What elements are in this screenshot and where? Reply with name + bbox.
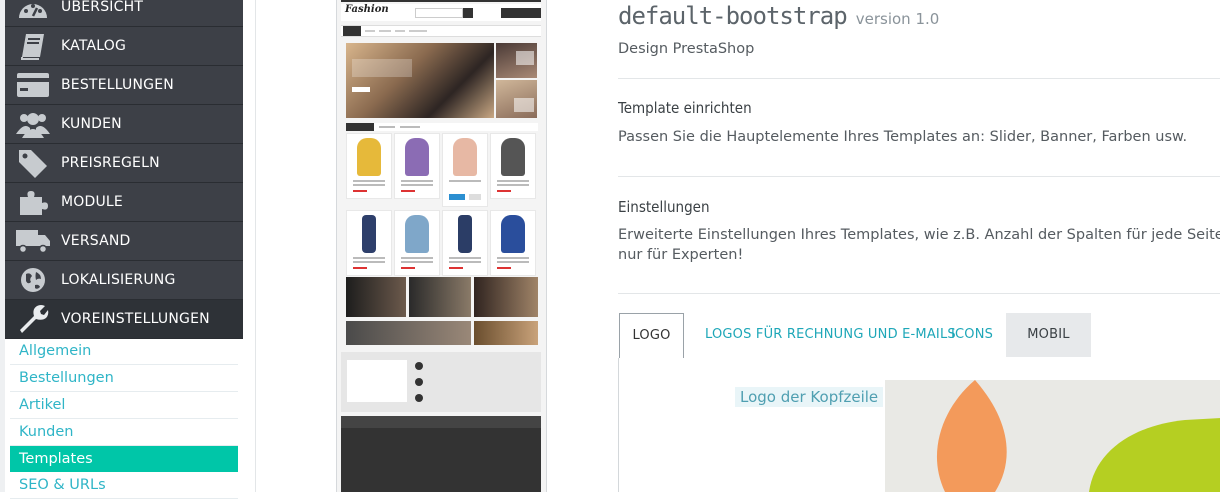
preview-product (490, 210, 536, 276)
submenu-item-bestellungen[interactable]: Bestellungen (10, 365, 238, 392)
preview-product (394, 133, 440, 199)
preview-cart (501, 8, 541, 18)
menu-item-voreinstellungen[interactable]: VOREINSTELLUNGEN (5, 300, 243, 339)
menu-item-lokalisierung[interactable]: LOKALISIERUNG (5, 261, 243, 300)
preview-topbar (341, 0, 541, 2)
menu-label: KATALOG (61, 38, 127, 54)
menu-item-uebersicht[interactable]: ÜBERSICHT (5, 0, 243, 27)
divider (618, 78, 1220, 79)
tags-icon (5, 144, 61, 182)
tab-logo[interactable]: LOGO (619, 313, 684, 358)
preview-category-banner (409, 277, 471, 317)
tab-icons[interactable]: ICONS (951, 313, 993, 357)
preview-category-banner (474, 321, 538, 345)
menu-label: VERSAND (61, 233, 131, 249)
theme-name: default-bootstrap (618, 2, 848, 30)
preview-product (346, 210, 392, 276)
menu-label: LOKALISIERUNG (61, 272, 176, 288)
preview-logo: Fashion (345, 4, 389, 15)
sidebar: ÜBERSICHT KATALOG BESTELLUNGEN KUNDEN PR (0, 0, 243, 499)
tab-mobil[interactable]: MOBIL (1006, 313, 1091, 357)
logo-tabs: LOGO LOGOS FÜR RECHNUNG UND E-MAILS ICON… (618, 313, 1220, 359)
book-icon (5, 27, 61, 65)
section-desc: Passen Sie die Hauptelemente Ihres Templ… (618, 129, 1188, 145)
credit-card-icon (5, 66, 61, 104)
dashboard-icon (5, 0, 61, 26)
header-logo-image[interactable] (885, 380, 1220, 492)
menu-item-bestellungen[interactable]: BESTELLUNGEN (5, 66, 243, 105)
preview-product (442, 133, 488, 207)
preview-header: Fashion (341, 4, 541, 21)
preview-category-banner (346, 277, 406, 317)
content-divider (255, 0, 256, 492)
preview-nav (341, 25, 541, 37)
submenu-item-kunden[interactable]: Kunden (10, 419, 238, 446)
main-content: default-bootstrap version 1.0 Design Pre… (618, 0, 1220, 492)
submenu-item-allgemein[interactable]: Allgemein (10, 338, 238, 365)
main-menu: ÜBERSICHT KATALOG BESTELLUNGEN KUNDEN PR (5, 0, 243, 339)
preview-footer-info (341, 352, 541, 412)
theme-preview-image: Fashion (336, 0, 547, 492)
wrench-icon (5, 300, 61, 338)
preview-slider (346, 43, 494, 118)
menu-item-preisregeln[interactable]: PREISREGELN (5, 144, 243, 183)
menu-label: PREISREGELN (61, 155, 160, 171)
menu-label: VOREINSTELLUNGEN (61, 311, 210, 327)
submenu-item-artikel[interactable]: Artikel (10, 392, 238, 419)
menu-label: ÜBERSICHT (61, 0, 144, 15)
preview-product (490, 133, 536, 199)
preview-banner (496, 43, 537, 78)
preview-footer (341, 416, 541, 492)
divider (618, 293, 1220, 294)
truck-icon (5, 222, 61, 260)
menu-item-kunden[interactable]: KUNDEN (5, 105, 243, 144)
section-desc: nur für Experten! (618, 247, 744, 263)
section-title-template-einrichten[interactable]: Template einrichten (618, 99, 752, 117)
logo-header-label: Logo der Kopfzeile (735, 387, 884, 407)
logo-tab-panel: Logo der Kopfzeile (618, 358, 1220, 492)
preview-search (415, 8, 463, 18)
preview-search-button (463, 8, 473, 18)
menu-item-module[interactable]: MODULE (5, 183, 243, 222)
divider (618, 176, 1220, 177)
section-desc: Erweiterte Einstellungen Ihres Templates… (618, 227, 1220, 243)
menu-item-katalog[interactable]: KATALOG (5, 27, 243, 66)
preview-product (394, 210, 440, 276)
theme-designer: Design PrestaShop (618, 41, 755, 57)
submenu: Allgemein Bestellungen Artikel Kunden Te… (10, 338, 238, 499)
theme-title-line: default-bootstrap version 1.0 (618, 2, 939, 30)
tab-logos-rechnung-emails[interactable]: LOGOS FÜR RECHNUNG UND E-MAILS (705, 313, 956, 357)
menu-label: BESTELLUNGEN (61, 77, 174, 93)
puzzle-icon (5, 183, 61, 221)
preview-banner (496, 80, 537, 118)
theme-version: version 1.0 (855, 10, 940, 28)
globe-icon (5, 261, 61, 299)
menu-label: MODULE (61, 194, 123, 210)
submenu-item-seo-urls[interactable]: SEO & URLs (10, 472, 238, 499)
menu-item-versand[interactable]: VERSAND (5, 222, 243, 261)
preview-product-tabs (346, 123, 538, 131)
menu-label: KUNDEN (61, 116, 122, 132)
users-icon (5, 105, 61, 143)
submenu-item-templates[interactable]: Templates (10, 446, 238, 472)
section-title-einstellungen[interactable]: Einstellungen (618, 198, 710, 216)
preview-product (442, 210, 488, 276)
preview-product (346, 133, 392, 199)
preview-category-banner (474, 277, 538, 317)
preview-category-banner (346, 321, 471, 345)
